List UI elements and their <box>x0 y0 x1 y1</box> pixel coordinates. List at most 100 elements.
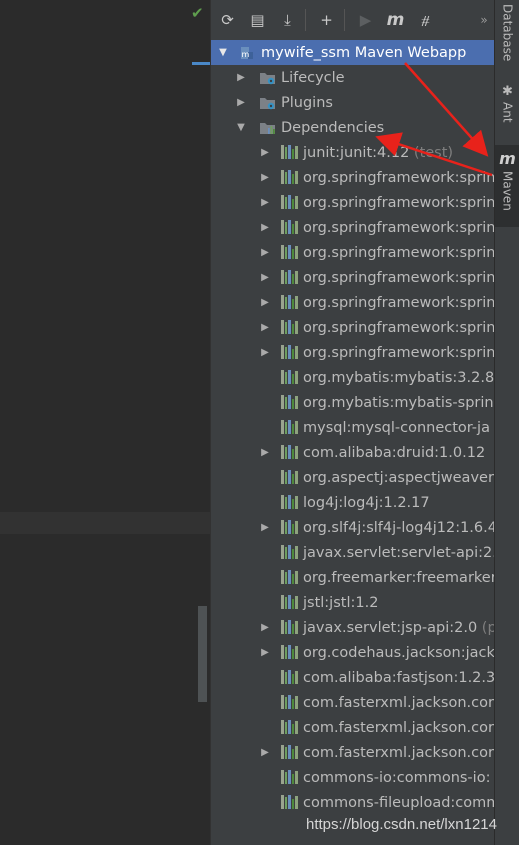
dependency-item[interactable]: ▶ org.springframework:sprin <box>211 165 494 190</box>
dependency-item[interactable]: ▶ com.alibaba:druid:1.0.12 <box>211 440 494 465</box>
tree-item-label: org.springframework:sprin <box>303 169 494 186</box>
tree-item-label: Plugins <box>281 94 333 111</box>
tree-item-label: com.fasterxml.jackson.cor <box>303 694 494 711</box>
expand-arrow-icon[interactable]: ▶ <box>259 347 271 358</box>
tree-item-dependencies[interactable]: ▼ Dependencies <box>211 115 494 140</box>
expand-arrow-icon[interactable]: ▶ <box>259 747 271 758</box>
tree-item-label: com.fasterxml.jackson.cor <box>303 719 494 736</box>
tree-item-label: org.aspectj:aspectjweaver <box>303 469 494 486</box>
tree-item-label: org.springframework:sprin <box>303 344 494 361</box>
expand-arrow-icon[interactable]: ▶ <box>259 647 271 658</box>
expand-arrow-icon[interactable]: ▶ <box>259 622 271 633</box>
dependency-item[interactable]: ▶ javax.servlet:jsp-api:2.0 (pr <box>211 615 494 640</box>
dependency-item[interactable]: ▶ com.fasterxml.jackson.cor <box>211 740 494 765</box>
expand-arrow-icon[interactable]: ▶ <box>259 447 271 458</box>
toolbar-more-button[interactable]: » <box>477 8 491 32</box>
expand-arrow-icon[interactable]: ▶ <box>235 97 247 108</box>
tree-item-label: org.springframework:sprin <box>303 194 494 211</box>
tree-item-label: org.springframework:sprin <box>303 219 494 236</box>
tree-item-label: Dependencies <box>281 119 385 136</box>
watermark: https://blog.csdn.net/lxn1214 <box>306 816 497 833</box>
expand-arrow-icon[interactable]: ▶ <box>259 172 271 183</box>
dependency-item[interactable]: org.mybatis:mybatis-sprin <box>211 390 494 415</box>
dependency-item[interactable]: com.fasterxml.jackson.cor <box>211 715 494 740</box>
dependency-item[interactable]: com.fasterxml.jackson.cor <box>211 690 494 715</box>
add-project-button[interactable]: + <box>313 8 340 32</box>
ant-tab[interactable]: ✱ Ant <box>495 84 519 136</box>
expand-arrow-icon[interactable]: ▶ <box>259 197 271 208</box>
tree-item-lifecycle[interactable]: ▶ Lifecycle <box>211 65 494 90</box>
toggle-offline-button[interactable]: ⧣ <box>412 8 439 32</box>
library-icon <box>281 270 299 284</box>
dependency-item[interactable]: ▶ org.springframework:sprin <box>211 290 494 315</box>
library-icon <box>281 670 299 684</box>
run-button[interactable]: ▶ <box>352 8 379 32</box>
dependency-item[interactable]: org.freemarker:freemarker <box>211 565 494 590</box>
tree-item-label: org.springframework:sprin <box>303 294 494 311</box>
tree-root-project[interactable]: ▼ m mywife_ssm Maven Webapp <box>211 40 494 65</box>
dependency-item[interactable]: mysql:mysql-connector-ja <box>211 415 494 440</box>
dependency-scope-label: (test) <box>409 144 454 161</box>
library-icon <box>281 570 299 584</box>
plugins-folder-icon <box>259 95 277 111</box>
maven-tool-window: ⟳ ▤ ⤓ + ▶ m ⧣» ▼ m mywife_ssm Maven Webapp ▶ Lifec… <box>210 0 494 845</box>
tree-item-label: org.springframework:sprin <box>303 319 494 336</box>
library-icon <box>281 295 299 309</box>
dependency-item[interactable]: org.aspectj:aspectjweaver <box>211 465 494 490</box>
generate-sources-button[interactable]: ▤ <box>244 8 271 32</box>
tree-item-label: org.mybatis:mybatis:3.2.8 <box>303 369 494 386</box>
dependency-item[interactable]: ▶ org.springframework:sprin <box>211 190 494 215</box>
expand-arrow-icon[interactable]: ▶ <box>259 297 271 308</box>
library-icon <box>281 470 299 484</box>
dependency-scope-label: (pr <box>481 619 494 636</box>
tree-item-label: commons-io:commons-io: <box>303 769 491 786</box>
dependency-item[interactable]: log4j:log4j:1.2.17 <box>211 490 494 515</box>
dependency-item[interactable]: org.mybatis:mybatis:3.2.8 <box>211 365 494 390</box>
tree-item-label: mysql:mysql-connector-ja <box>303 419 490 436</box>
collapse-arrow-icon[interactable]: ▼ <box>217 47 229 58</box>
download-button[interactable]: ⤓ <box>274 8 301 32</box>
library-icon <box>281 495 299 509</box>
svg-text:m: m <box>242 50 250 59</box>
tree-item-label: org.codehaus.jackson:jack <box>303 644 494 661</box>
expand-arrow-icon[interactable]: ▶ <box>259 222 271 233</box>
expand-arrow-icon[interactable]: ▶ <box>235 72 247 83</box>
tree-item-plugins[interactable]: ▶ Plugins <box>211 90 494 115</box>
expand-arrow-icon[interactable]: ▶ <box>259 147 271 158</box>
tree-item-label: com.fasterxml.jackson.cor <box>303 744 494 761</box>
maven-tab-label: Maven <box>500 171 515 211</box>
tree-item-label: javax.servlet:jsp-api:2.0 <box>303 619 478 636</box>
tree-item-label: Lifecycle <box>281 69 345 86</box>
tree-item-label: mywife_ssm Maven Webapp <box>261 44 467 61</box>
dependency-item[interactable]: ▶ org.springframework:sprin <box>211 265 494 290</box>
expand-arrow-icon[interactable]: ▶ <box>259 272 271 283</box>
database-tab[interactable]: Database <box>495 4 519 66</box>
collapse-arrow-icon[interactable]: ▼ <box>235 122 247 133</box>
expand-arrow-icon[interactable]: ▶ <box>259 322 271 333</box>
dependency-item[interactable]: ▶ org.springframework:sprin <box>211 240 494 265</box>
right-tool-strip: Database ✱ Ant m Maven <box>494 0 519 845</box>
expand-arrow-icon[interactable]: ▶ <box>259 247 271 258</box>
dependency-item[interactable]: ▶ junit:junit:4.12 (test) <box>211 140 494 165</box>
library-icon <box>281 370 299 384</box>
library-icon <box>281 445 299 459</box>
dependency-item[interactable]: commons-io:commons-io: <box>211 765 494 790</box>
dependency-item[interactable]: ▶ org.springframework:sprin <box>211 340 494 365</box>
editor-scrollbar[interactable] <box>198 606 207 702</box>
execute-goal-button[interactable]: m <box>382 8 409 32</box>
dependency-item[interactable]: ▶ org.springframework:sprin <box>211 215 494 240</box>
maven-tab[interactable]: m Maven <box>495 145 519 227</box>
lifecycle-folder-icon <box>259 70 277 86</box>
dependency-item[interactable]: ▶ org.slf4j:slf4j-log4j12:1.6.4 <box>211 515 494 540</box>
dependency-item[interactable]: com.alibaba:fastjson:1.2.3 <box>211 665 494 690</box>
reimport-button[interactable]: ⟳ <box>214 8 241 32</box>
tree-item-label: junit:junit:4.12 <box>303 144 410 161</box>
expand-arrow-icon[interactable]: ▶ <box>259 522 271 533</box>
dependency-item[interactable]: commons-fileupload:comm <box>211 790 494 815</box>
dependency-item[interactable]: ▶ org.codehaus.jackson:jack <box>211 640 494 665</box>
dependency-item[interactable]: javax.servlet:servlet-api:2.5 <box>211 540 494 565</box>
editor-area: ✔ <box>0 0 210 845</box>
dependency-item[interactable]: jstl:jstl:1.2 <box>211 590 494 615</box>
toolbar-separator <box>305 9 306 31</box>
dependency-item[interactable]: ▶ org.springframework:sprin <box>211 315 494 340</box>
